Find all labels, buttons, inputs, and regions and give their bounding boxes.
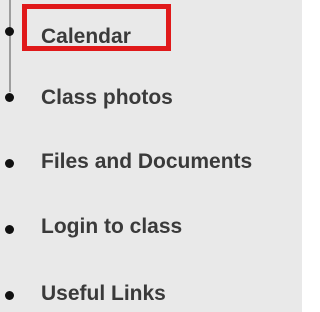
- bullet-icon: [5, 225, 14, 234]
- nav-item-label[interactable]: Useful Links: [41, 283, 166, 304]
- nav-item-useful-links[interactable]: Useful Links: [0, 272, 302, 312]
- bullet-icon: [5, 27, 14, 36]
- nav-item-login-to-class[interactable]: Login to class: [0, 206, 302, 246]
- bullet-icon: [5, 291, 14, 300]
- bullet-icon: [5, 93, 14, 102]
- bullet-icon: [5, 159, 14, 168]
- nav-item-label[interactable]: Class photos: [41, 87, 173, 108]
- nav-item-files-and-documents[interactable]: Files and Documents: [0, 140, 302, 180]
- nav-item-class-photos[interactable]: Class photos: [0, 74, 302, 114]
- nav-item-label[interactable]: Calendar: [41, 26, 131, 47]
- nav-item-label[interactable]: Files and Documents: [41, 151, 252, 172]
- nav-panel: Calendar Class photos Files and Document…: [0, 0, 302, 312]
- nav-item-label[interactable]: Login to class: [41, 216, 182, 237]
- nav-item-calendar[interactable]: Calendar: [0, 8, 302, 48]
